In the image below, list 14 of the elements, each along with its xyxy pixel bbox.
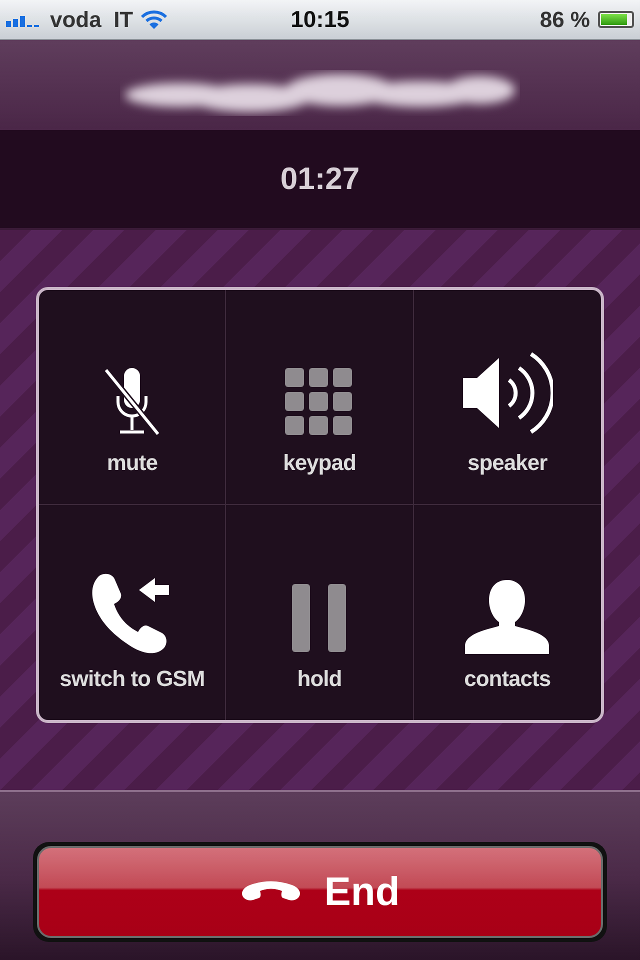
call-duration: 01:27 — [280, 161, 360, 197]
battery-icon — [598, 11, 634, 28]
call-control-button[interactable]: switch to GSM — [39, 505, 226, 720]
wifi-icon — [141, 10, 168, 30]
call-control-button[interactable]: speaker — [414, 290, 601, 505]
end-call-button[interactable]: End — [37, 846, 603, 938]
pause-icon — [290, 582, 348, 654]
carrier-name: voda IT — [50, 6, 134, 32]
battery-percent: 86 % — [540, 6, 590, 32]
call-control-button[interactable]: contacts — [414, 505, 601, 720]
muted-microphone-icon — [104, 366, 160, 438]
person-icon — [463, 578, 552, 654]
call-control-button[interactable]: mute — [39, 290, 226, 505]
clock-time: 10:15 — [290, 6, 350, 33]
